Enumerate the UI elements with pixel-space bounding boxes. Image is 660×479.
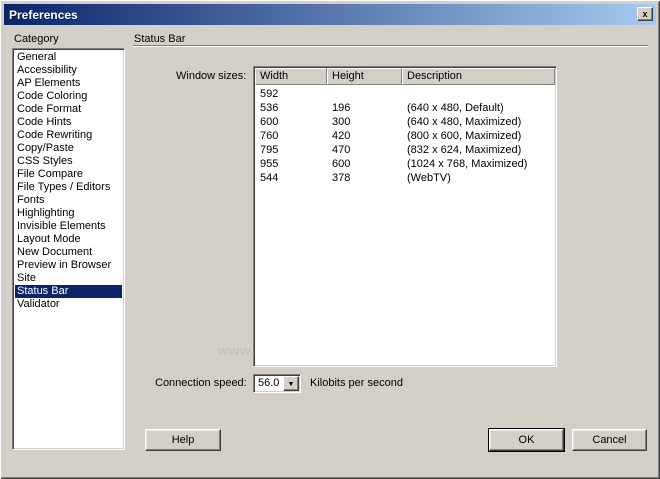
watermark: www. (218, 343, 255, 358)
connection-speed-units: Kilobits per second (310, 377, 403, 389)
category-item-validator[interactable]: Validator (15, 298, 122, 311)
table-cell: 795 (255, 144, 327, 158)
table-cell: 378 (327, 172, 402, 186)
chevron-down-icon[interactable]: ▼ (283, 376, 299, 391)
category-listbox[interactable]: GeneralAccessibilityAP ElementsCode Colo… (12, 48, 125, 450)
cancel-button[interactable]: Cancel (572, 429, 647, 451)
table-cell: 196 (327, 102, 402, 116)
table-cell (327, 88, 402, 102)
panel-separator (133, 45, 648, 46)
category-item-site[interactable]: Site (15, 272, 122, 285)
table-cell: 544 (255, 172, 327, 186)
window-sizes-label: Window sizes: (176, 70, 246, 82)
category-item-general[interactable]: General (15, 51, 122, 64)
category-item-css-styles[interactable]: CSS Styles (15, 155, 122, 168)
table-row[interactable]: 600300(640 x 480, Maximized) (255, 116, 555, 130)
category-item-highlighting[interactable]: Highlighting (15, 207, 122, 220)
category-item-invisible-elements[interactable]: Invisible Elements (15, 220, 122, 233)
table-cell: 760 (255, 130, 327, 144)
table-row[interactable]: 955600(1024 x 768, Maximized) (255, 158, 555, 172)
table-cell: 592 (255, 88, 327, 102)
window-sizes-table[interactable]: WidthHeightDescription 592536196(640 x 4… (253, 66, 557, 367)
help-button[interactable]: Help (145, 429, 221, 451)
table-cell: (WebTV) (402, 172, 555, 186)
table-cell: 536 (255, 102, 327, 116)
table-header-description[interactable]: Description (402, 68, 555, 85)
table-header-row: WidthHeightDescription (255, 68, 555, 85)
table-header-width[interactable]: Width (255, 68, 327, 85)
category-item-file-compare[interactable]: File Compare (15, 168, 122, 181)
table-row[interactable]: 544378(WebTV) (255, 172, 555, 186)
table-cell: 600 (327, 158, 402, 172)
window-title: Preferences (4, 8, 78, 22)
category-item-code-hints[interactable]: Code Hints (15, 116, 122, 129)
category-item-layout-mode[interactable]: Layout Mode (15, 233, 122, 246)
category-item-code-rewriting[interactable]: Code Rewriting (15, 129, 122, 142)
table-header-height[interactable]: Height (327, 68, 402, 85)
preferences-dialog: Preferences x Category GeneralAccessibil… (0, 0, 660, 479)
category-item-fonts[interactable]: Fonts (15, 194, 122, 207)
table-cell: (800 x 600, Maximized) (402, 130, 555, 144)
table-row[interactable]: 760420(800 x 600, Maximized) (255, 130, 555, 144)
table-cell: (640 x 480, Default) (402, 102, 555, 116)
table-cell: 300 (327, 116, 402, 130)
panel-title: Status Bar (134, 33, 185, 45)
category-item-file-types-editors[interactable]: File Types / Editors (15, 181, 122, 194)
category-item-preview-in-browser[interactable]: Preview in Browser (15, 259, 122, 272)
table-cell: 955 (255, 158, 327, 172)
category-item-ap-elements[interactable]: AP Elements (15, 77, 122, 90)
connection-speed-select[interactable]: 56.0 ▼ (253, 374, 301, 393)
connection-speed-label: Connection speed: (155, 377, 247, 389)
table-cell (402, 88, 555, 102)
table-cell: (832 x 624, Maximized) (402, 144, 555, 158)
category-item-code-format[interactable]: Code Format (15, 103, 122, 116)
table-row[interactable]: 592 (255, 88, 555, 102)
table-row[interactable]: 536196(640 x 480, Default) (255, 102, 555, 116)
category-item-status-bar[interactable]: Status Bar (15, 285, 122, 298)
titlebar[interactable]: Preferences x (4, 4, 656, 25)
category-item-code-coloring[interactable]: Code Coloring (15, 90, 122, 103)
category-item-new-document[interactable]: New Document (15, 246, 122, 259)
connection-speed-value: 56.0 (258, 377, 279, 390)
category-item-copy-paste[interactable]: Copy/Paste (15, 142, 122, 155)
table-cell: 420 (327, 130, 402, 144)
ok-button[interactable]: OK (489, 429, 564, 451)
close-button[interactable]: x (637, 7, 653, 21)
table-cell: (640 x 480, Maximized) (402, 116, 555, 130)
table-body: 592536196(640 x 480, Default)600300(640 … (255, 85, 555, 186)
category-label: Category (14, 33, 59, 45)
table-cell: 470 (327, 144, 402, 158)
table-cell: (1024 x 768, Maximized) (402, 158, 555, 172)
table-row[interactable]: 795470(832 x 624, Maximized) (255, 144, 555, 158)
close-icon: x (642, 9, 647, 19)
table-cell: 600 (255, 116, 327, 130)
category-item-accessibility[interactable]: Accessibility (15, 64, 122, 77)
